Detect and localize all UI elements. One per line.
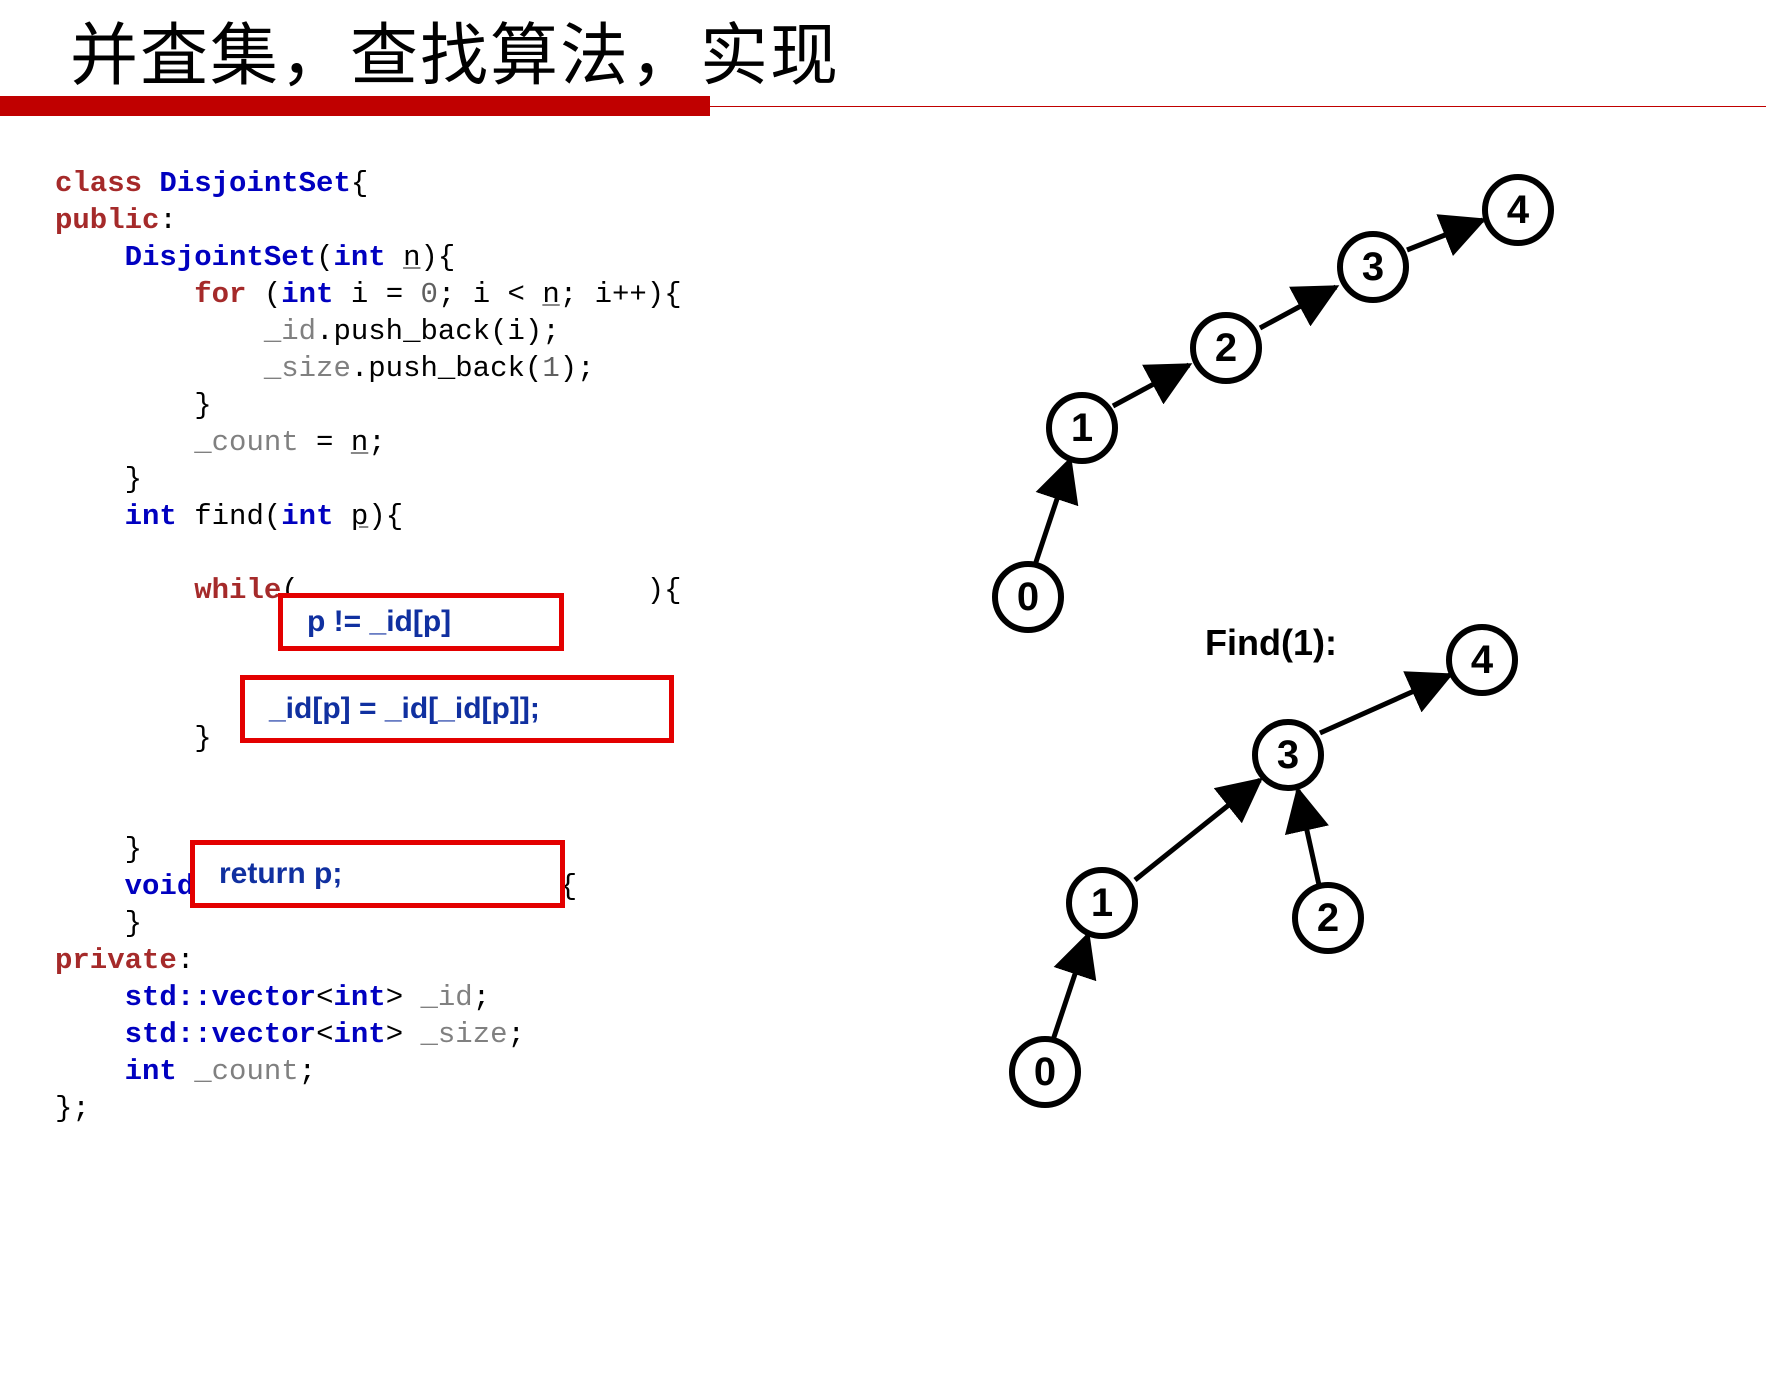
node-2: 2 (1215, 326, 1237, 370)
kw-int-7: int (125, 1055, 177, 1088)
param-n-3: n (351, 426, 368, 459)
highlight-compress-text: _id[p] = _id[_id[p]]; (245, 692, 540, 726)
title-underline-bar (0, 96, 710, 116)
bnode-0: 0 (1034, 1050, 1056, 1094)
node-0: 0 (1017, 575, 1039, 619)
kw-private: private (55, 944, 177, 977)
top-chain: 0 1 2 3 4 (995, 177, 1551, 630)
id-member: _id (264, 315, 316, 348)
highlight-return-text: return p; (195, 857, 342, 891)
param-n-2: n (542, 278, 559, 311)
count-decl: _count (194, 1055, 298, 1088)
kw-while: while (194, 574, 281, 607)
kw-int-3: int (125, 500, 177, 533)
id-decl: _id (421, 981, 473, 1014)
highlight-condition: p != _id[p] (278, 593, 564, 651)
kw-class: class (55, 167, 142, 200)
param-n: n (403, 241, 420, 274)
node-3: 3 (1362, 245, 1384, 289)
int-tmpl-2: int (333, 1018, 385, 1051)
highlight-return: return p; (190, 840, 565, 908)
node-4: 4 (1507, 188, 1530, 232)
bnode-4: 4 (1471, 638, 1494, 682)
class-name: DisjointSet (159, 167, 350, 200)
node-1: 1 (1071, 406, 1093, 450)
ctor-name: DisjointSet (125, 241, 316, 274)
size-decl: _size (421, 1018, 508, 1051)
std-vector-1: std::vector (125, 981, 316, 1014)
find-name: find (194, 500, 264, 533)
int-tmpl-1: int (333, 981, 385, 1014)
bnode-3: 3 (1277, 733, 1299, 777)
std-vector-2: std::vector (125, 1018, 316, 1051)
param-p: p (351, 500, 368, 533)
diagram-area: 0 1 2 3 4 Find(1): 0 (880, 170, 1730, 1370)
bottom-tree: 0 1 2 3 4 (1012, 627, 1515, 1105)
highlight-compress: _id[p] = _id[_id[p]]; (240, 675, 674, 743)
num-one: 1 (542, 352, 559, 385)
kw-public: public (55, 204, 159, 237)
highlight-condition-text: p != _id[p] (283, 605, 451, 639)
kw-int-2: int (281, 278, 333, 311)
kw-for: for (194, 278, 246, 311)
num-zero: 0 (421, 278, 438, 311)
bnode-2: 2 (1317, 896, 1339, 940)
kw-void: void (125, 870, 195, 903)
size-member: _size (264, 352, 351, 385)
title-underline-thin (710, 106, 1766, 107)
push-back-2: push_back (368, 352, 525, 385)
push-back: push_back (333, 315, 490, 348)
slide-title: 并査集，查找算法，实现 (70, 0, 840, 99)
var-i: i (351, 278, 368, 311)
count-member: _count (194, 426, 298, 459)
var-i-2: i (473, 278, 490, 311)
kw-int: int (333, 241, 385, 274)
kw-int-4: int (281, 500, 333, 533)
inc: i++ (595, 278, 647, 311)
find-label: Find(1): (1205, 622, 1337, 663)
bnode-1: 1 (1091, 881, 1113, 925)
